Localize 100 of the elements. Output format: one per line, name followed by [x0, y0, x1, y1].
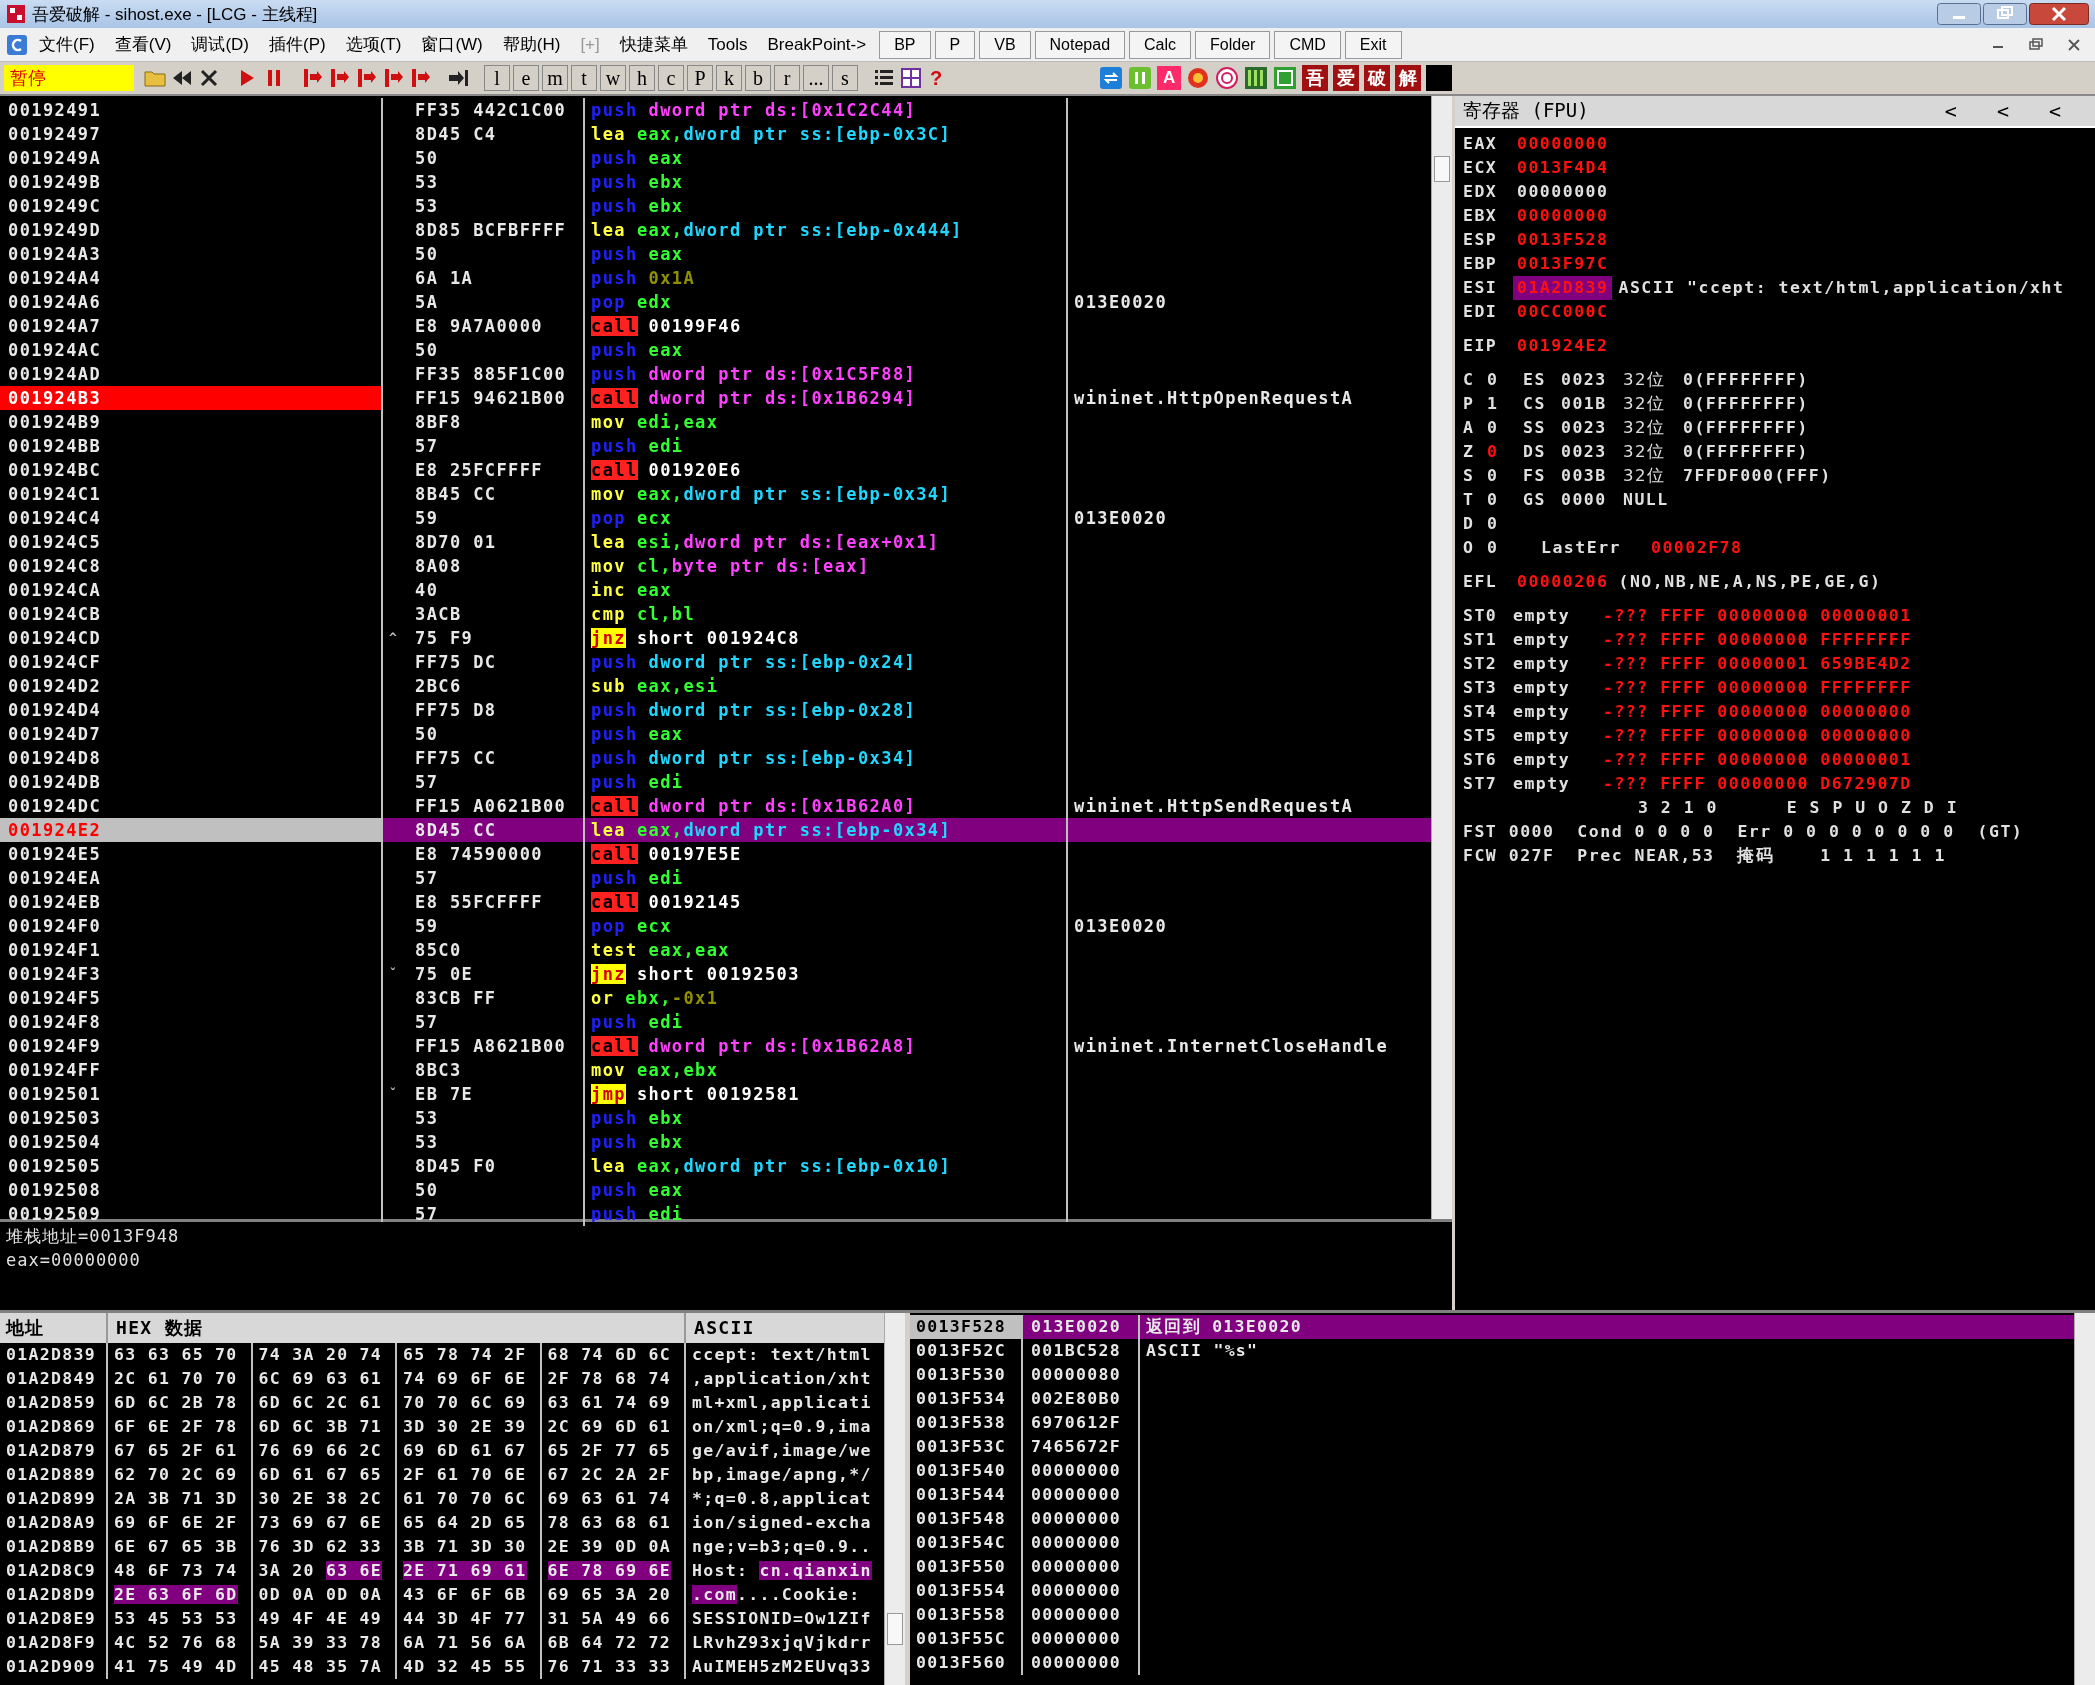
address-cell[interactable]: 001924B3	[0, 386, 383, 410]
address-cell[interactable]: 0013F530	[910, 1363, 1023, 1387]
toolbar-button[interactable]: Folder	[1195, 30, 1271, 59]
address-cell[interactable]: 0013F544	[910, 1483, 1023, 1507]
address-cell[interactable]: 001924D4	[0, 698, 383, 722]
address-cell[interactable]: 001924F9	[0, 1034, 383, 1058]
address-cell[interactable]: 001924FF	[0, 1058, 383, 1082]
register-value[interactable]: 0013F97C	[1513, 252, 1613, 276]
circle-icon[interactable]	[1186, 66, 1211, 90]
toolbar-button[interactable]: VB	[979, 30, 1031, 59]
toolbar-button[interactable]: r	[774, 65, 800, 91]
address-cell[interactable]: 001924EA	[0, 866, 383, 890]
pause-icon[interactable]	[1128, 66, 1153, 90]
address-cell[interactable]: 001924F3	[0, 962, 383, 986]
fpu-value[interactable]: -??? FFFF 00000000 00000001	[1603, 748, 1912, 772]
close-icon[interactable]	[2029, 3, 2089, 25]
flag-value[interactable]: 0	[1487, 464, 1523, 488]
address-cell[interactable]: 00192504	[0, 1130, 383, 1154]
address-cell[interactable]: 0013F55C	[910, 1627, 1023, 1651]
address-cell[interactable]: 001924C1	[0, 482, 383, 506]
menu-item[interactable]: 查看(V)	[105, 31, 181, 58]
register-value[interactable]: 00CC000C	[1513, 300, 1613, 324]
toolbar-button[interactable]: w	[600, 65, 626, 91]
address-cell[interactable]: 0019249D	[0, 218, 383, 242]
toolbar-button[interactable]: 爱	[1333, 65, 1360, 91]
address-cell[interactable]: 001924CB	[0, 602, 383, 626]
address-cell[interactable]: 0013F538	[910, 1411, 1023, 1435]
address-cell[interactable]: 0019249C	[0, 194, 383, 218]
flag-value[interactable]: 0	[1487, 536, 1523, 560]
window-icon[interactable]	[1273, 66, 1298, 90]
toolbar-button[interactable]: m	[542, 65, 568, 91]
fpu-value[interactable]: -??? FFFF 00000001 659BE4D2	[1603, 652, 1912, 676]
fpu-value[interactable]: -??? FFFF 00000000 00000000	[1603, 724, 1912, 748]
nav-button[interactable]: <	[1994, 99, 2011, 123]
register-value[interactable]: 0013F4D4	[1513, 156, 1613, 180]
refresh-icon[interactable]	[1099, 66, 1124, 90]
address-cell[interactable]: 001924A4	[0, 266, 383, 290]
toolbar-button[interactable]: k	[716, 65, 742, 91]
bars-icon[interactable]	[1244, 66, 1269, 90]
toolbar-button[interactable]: P	[687, 65, 713, 91]
toolbar-button[interactable]: CMD	[1274, 30, 1341, 59]
address-cell[interactable]: 001924CD	[0, 626, 383, 650]
menu-item[interactable]: BreakPoint->	[758, 32, 876, 57]
address-cell[interactable]: 001924BB	[0, 434, 383, 458]
menu-item[interactable]: 选项(T)	[336, 31, 411, 58]
flag-value[interactable]: 0	[1487, 368, 1523, 392]
address-cell[interactable]: 001924CA	[0, 578, 383, 602]
fpu-value[interactable]: -??? FFFF 00000000 00000001	[1603, 604, 1912, 628]
flag-value[interactable]: 0	[1487, 512, 1523, 536]
address-cell[interactable]: 0013F560	[910, 1651, 1023, 1675]
toolbar-button[interactable]: Exit	[1344, 30, 1402, 59]
toolbar-button[interactable]: 破	[1364, 65, 1391, 91]
menu-item[interactable]: 快捷菜单	[610, 31, 697, 58]
minimize-icon[interactable]	[1937, 3, 1981, 25]
grid-icon[interactable]	[899, 66, 923, 90]
address-cell[interactable]: 001924D8	[0, 746, 383, 770]
flag-value[interactable]: 0	[1487, 488, 1523, 512]
toolbar-button[interactable]: 吾	[1302, 65, 1329, 91]
fpu-value[interactable]: -??? FFFF 00000000 FFFFFFFF	[1603, 628, 1912, 652]
menu-item[interactable]: Tools	[698, 32, 757, 57]
address-cell[interactable]: 001924C5	[0, 530, 383, 554]
toolbar-button[interactable]: A	[1157, 66, 1182, 90]
column-header[interactable]: ASCII	[686, 1313, 884, 1343]
address-cell[interactable]: 001924AC	[0, 338, 383, 362]
address-cell[interactable]: 001924A7	[0, 314, 383, 338]
scrollbar[interactable]	[884, 1313, 905, 1685]
address-cell[interactable]: 001924F0	[0, 914, 383, 938]
address-cell[interactable]: 001924C4	[0, 506, 383, 530]
address-cell[interactable]: 001924F1	[0, 938, 383, 962]
toolbar-button[interactable]: l	[484, 65, 510, 91]
register-value[interactable]: 00000206	[1513, 570, 1613, 594]
address-cell[interactable]: 001924F8	[0, 1010, 383, 1034]
address-cell[interactable]: 0013F534	[910, 1387, 1023, 1411]
column-header[interactable]: 地址	[0, 1313, 108, 1343]
address-cell[interactable]: 00192497	[0, 122, 383, 146]
address-cell[interactable]: 00192491	[0, 98, 383, 122]
address-cell[interactable]: 001924F5	[0, 986, 383, 1010]
register-value[interactable]: 00000000	[1513, 132, 1613, 156]
address-cell[interactable]: 001924CF	[0, 650, 383, 674]
toolbar-button[interactable]: s	[832, 65, 858, 91]
address-cell[interactable]: 001924D7	[0, 722, 383, 746]
toolbar-button[interactable]: h	[629, 65, 655, 91]
address-cell[interactable]: 0013F550	[910, 1555, 1023, 1579]
register-value[interactable]: 00000000	[1513, 180, 1613, 204]
help-button[interactable]: ?	[926, 66, 947, 90]
flag-value[interactable]: 0	[1487, 416, 1523, 440]
nav-button[interactable]: <	[2046, 99, 2063, 123]
address-cell[interactable]: 00192508	[0, 1178, 383, 1202]
fpu-value[interactable]: -??? FFFF 00000000 D672907D	[1603, 772, 1912, 796]
address-cell[interactable]: 00192505	[0, 1154, 383, 1178]
address-cell[interactable]: 001924A6	[0, 290, 383, 314]
toolbar-button[interactable]: b	[745, 65, 771, 91]
fpu-value[interactable]: -??? FFFF 00000000 FFFFFFFF	[1603, 676, 1912, 700]
toolbar-button[interactable]: 解	[1395, 65, 1422, 91]
address-cell[interactable]: 00192501	[0, 1082, 383, 1106]
address-cell[interactable]: 0013F52C	[910, 1339, 1023, 1363]
address-cell[interactable]: 001924C8	[0, 554, 383, 578]
menu-item[interactable]: 插件(P)	[260, 31, 335, 58]
address-cell[interactable]: 001924D2	[0, 674, 383, 698]
address-cell[interactable]: 001924B9	[0, 410, 383, 434]
